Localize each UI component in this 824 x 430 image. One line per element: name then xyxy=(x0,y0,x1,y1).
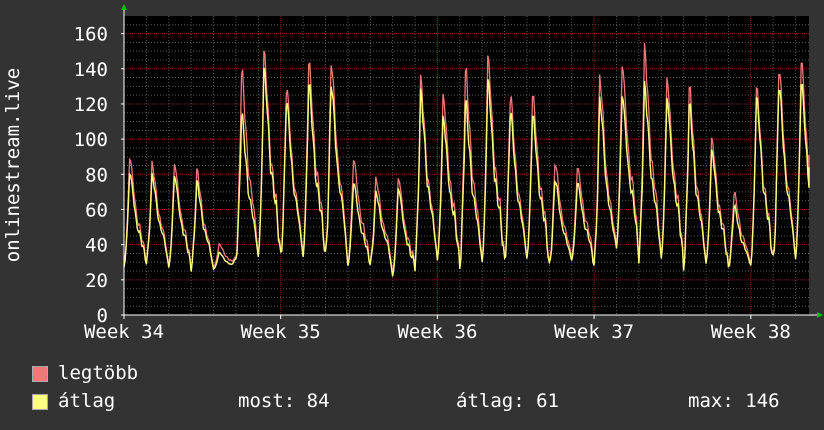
y-tick-label: 100 xyxy=(74,129,108,151)
x-axis-arrow-icon xyxy=(817,312,823,318)
legend-avg-swatch xyxy=(32,394,48,410)
legend-max-swatch xyxy=(32,366,48,382)
y-tick-label: 20 xyxy=(85,270,108,292)
y-axis-arrow-icon xyxy=(121,4,127,10)
stat-max: max: 146 xyxy=(688,390,780,412)
x-tick-label: Week 38 xyxy=(711,321,791,343)
x-tick-label: Week 36 xyxy=(397,321,477,343)
chart-panel: 0 20 40 60 80 100 120 140 160 Week 34 Week 35 Week… xyxy=(0,0,824,430)
y-tick-label: 60 xyxy=(85,199,108,221)
x-tick-labels: Week 34 Week 35 Week 36 Week 37 Week 38 xyxy=(84,321,791,343)
y-tick-label: 140 xyxy=(74,59,108,81)
y-tick-label: 160 xyxy=(74,24,108,46)
y-tick-label: 80 xyxy=(85,164,108,186)
stat-average: átlag: 61 xyxy=(456,390,559,412)
y-tick-label: 120 xyxy=(74,94,108,116)
y-axis-label: onlinestream.live xyxy=(2,68,24,262)
legend-max-label: legtöbb xyxy=(58,362,139,384)
x-tick-label: Week 37 xyxy=(554,321,634,343)
legend-avg-label: átlag xyxy=(58,390,116,412)
y-tick-labels: 020406080100120140160 xyxy=(74,24,108,327)
y-tick-label: 40 xyxy=(85,235,108,257)
x-tick-label: Week 34 xyxy=(84,321,164,343)
stat-now: most: 84 xyxy=(238,390,330,412)
x-tick-label: Week 35 xyxy=(241,321,321,343)
